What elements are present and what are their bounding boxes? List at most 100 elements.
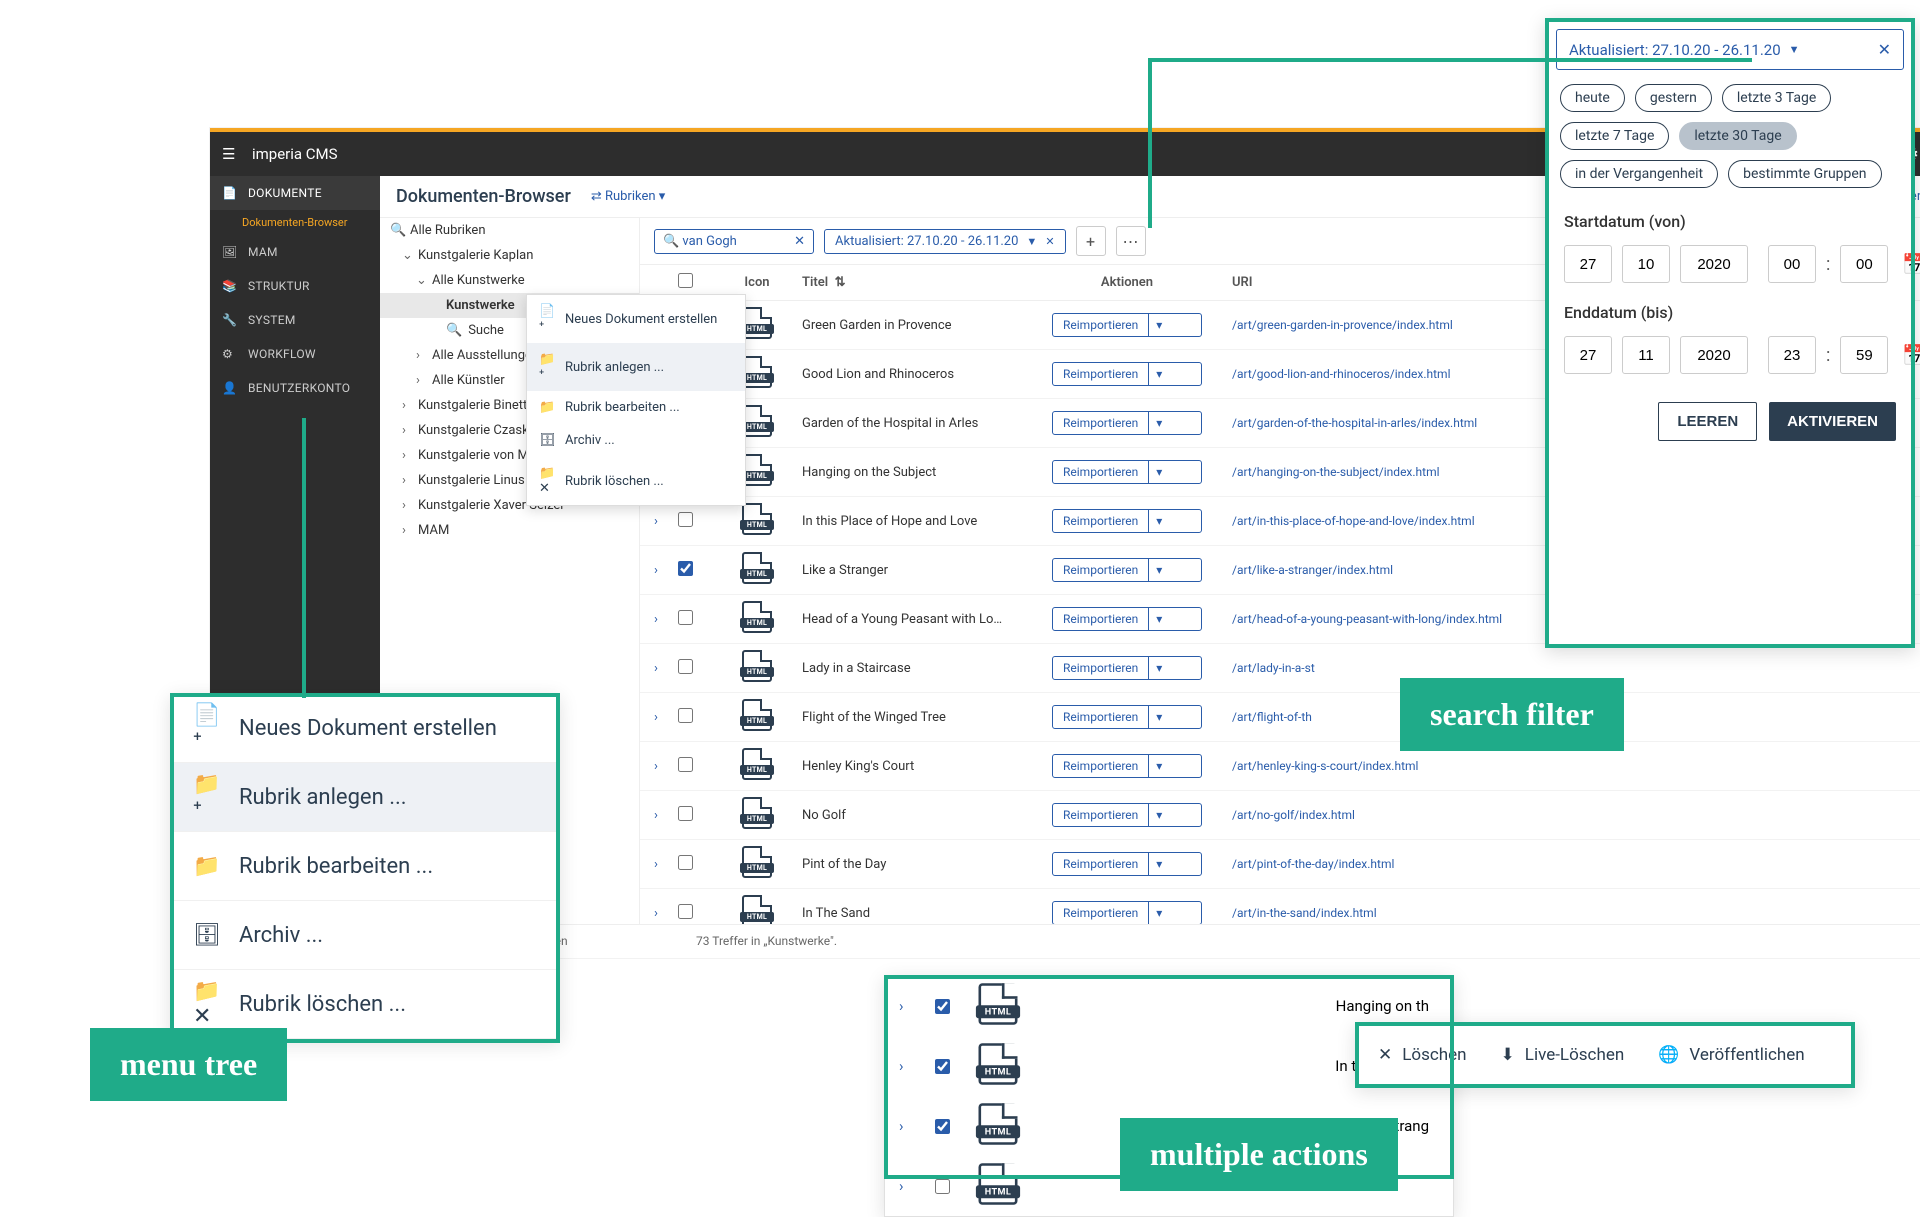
reimport-button[interactable]: Reimportieren▾ [1052, 460, 1202, 484]
row-checkbox[interactable] [678, 806, 693, 821]
start-day-input[interactable] [1564, 245, 1612, 283]
filter-chip[interactable]: heute [1560, 84, 1625, 112]
end-month-input[interactable] [1622, 336, 1670, 374]
row-uri[interactable]: /art/lady-in-a-st [1202, 661, 1920, 675]
bigmenu-rubrik-anlegen-[interactable]: 📁⁺Rubrik anlegen ... [171, 763, 559, 832]
row-uri[interactable]: /art/pint-of-the-day/index.html [1202, 857, 1920, 871]
row-title[interactable]: In this Place of Hope and Love [802, 514, 1052, 529]
row-checkbox[interactable] [678, 757, 693, 772]
more-actions-button[interactable]: ⋯ [1116, 226, 1146, 256]
filter-chip[interactable]: bestimmte Gruppen [1728, 160, 1881, 188]
row-title[interactable]: In The Sand [802, 906, 1052, 921]
nav-dokumente[interactable]: 📄DOKUMENTE [210, 176, 380, 210]
action-dropdown-icon[interactable]: ▾ [1148, 412, 1169, 434]
bulk-löschen[interactable]: ✕Löschen [1378, 1045, 1467, 1065]
reimport-button[interactable]: Reimportieren▾ [1052, 705, 1202, 729]
close-filter-icon[interactable]: ✕ [1878, 40, 1891, 59]
clear-filter-button[interactable]: LEEREN [1658, 402, 1757, 441]
row-checkbox[interactable] [678, 708, 693, 723]
expand-row-icon[interactable]: › [654, 857, 678, 872]
expand-row-icon[interactable]: › [899, 997, 917, 1015]
start-month-input[interactable] [1622, 245, 1670, 283]
action-dropdown-icon[interactable]: ▾ [1148, 608, 1169, 630]
hamburger-icon[interactable]: ☰ [222, 145, 242, 163]
row-checkbox[interactable] [678, 659, 693, 674]
tree-item[interactable]: ⌄Kunstgalerie Kaplan [380, 243, 639, 268]
row-title[interactable]: Head of a Young Peasant with Lo… [802, 612, 1052, 627]
reimport-button[interactable]: Reimportieren▾ [1052, 313, 1202, 337]
reimport-button[interactable]: Reimportieren▾ [1052, 558, 1202, 582]
end-day-input[interactable] [1564, 336, 1612, 374]
reimport-button[interactable]: Reimportieren▾ [1052, 852, 1202, 876]
action-dropdown-icon[interactable]: ▾ [1148, 755, 1169, 777]
tree-item[interactable]: ⌄Alle Kunstwerke [380, 268, 639, 293]
expand-row-icon[interactable]: › [654, 759, 678, 774]
filter-panel-header[interactable]: Aktualisiert: 27.10.20 - 26.11.20▼ ✕ [1556, 29, 1904, 70]
end-calendar-icon[interactable]: 📅 [1902, 343, 1920, 367]
row-checkbox[interactable] [935, 1059, 950, 1074]
reimport-button[interactable]: Reimportieren▾ [1052, 509, 1202, 533]
action-dropdown-icon[interactable]: ▾ [1148, 363, 1169, 385]
reimport-button[interactable]: Reimportieren▾ [1052, 362, 1202, 386]
row-uri[interactable]: /art/henley-king-s-court/index.html [1202, 759, 1920, 773]
row-title[interactable]: Like a Stranger [802, 563, 1052, 578]
start-calendar-icon[interactable]: 📅 [1902, 252, 1920, 276]
filter-chip[interactable]: letzte 7 Tage [1560, 122, 1669, 150]
ctx-rubrik-anlegen-[interactable]: 📁⁺Rubrik anlegen ... [527, 343, 745, 391]
action-dropdown-icon[interactable]: ▾ [1148, 314, 1169, 336]
start-year-input[interactable] [1680, 245, 1748, 283]
row-title[interactable]: Green Garden in Provence [802, 318, 1052, 333]
row-checkbox[interactable] [678, 855, 693, 870]
select-all-checkbox[interactable] [678, 273, 693, 288]
reimport-button[interactable]: Reimportieren▾ [1052, 656, 1202, 680]
nav-system[interactable]: 🔧SYSTEM [210, 303, 380, 337]
expand-row-icon[interactable]: › [654, 808, 678, 823]
action-dropdown-icon[interactable]: ▾ [1148, 657, 1169, 679]
row-checkbox[interactable] [935, 1179, 950, 1194]
start-hour-input[interactable] [1768, 245, 1816, 283]
filter-chip[interactable]: letzte 3 Tage [1722, 84, 1831, 112]
row-checkbox[interactable] [678, 512, 693, 527]
row-title[interactable]: Pint of the Day [802, 857, 1052, 872]
reimport-button[interactable]: Reimportieren▾ [1052, 901, 1202, 924]
reimport-button[interactable]: Reimportieren▾ [1052, 754, 1202, 778]
row-checkbox[interactable] [678, 610, 693, 625]
col-icon[interactable]: Icon [712, 275, 802, 290]
action-dropdown-icon[interactable]: ▾ [1148, 510, 1169, 532]
ctx-archiv-[interactable]: 🗄Archiv ... [527, 424, 745, 457]
rubriken-dropdown[interactable]: ⇄ Rubriken ▾ [591, 189, 665, 204]
row-checkbox[interactable] [678, 561, 693, 576]
col-title[interactable]: Titel ⇅ [802, 275, 1052, 290]
nav-benutzerkonto[interactable]: 👤BENUTZERKONTO [210, 371, 380, 405]
search-input[interactable]: 🔍 van Gogh✕ [654, 229, 814, 254]
bigmenu-rubrik-bearbeiten-[interactable]: 📁Rubrik bearbeiten ... [171, 832, 559, 901]
action-dropdown-icon[interactable]: ▾ [1148, 706, 1169, 728]
end-year-input[interactable] [1680, 336, 1748, 374]
filter-chip[interactable]: letzte 30 Tage [1679, 122, 1796, 150]
reimport-button[interactable]: Reimportieren▾ [1052, 607, 1202, 631]
row-title[interactable]: Henley King's Court [802, 759, 1052, 774]
row-title[interactable]: Hanging on the Subject [802, 465, 1052, 480]
expand-row-icon[interactable]: › [899, 1177, 917, 1195]
add-filter-button[interactable]: + [1076, 226, 1106, 256]
row-checkbox[interactable] [935, 999, 950, 1014]
nav-workflow[interactable]: ⚙WORKFLOW [210, 337, 380, 371]
bulk-veröffentlichen[interactable]: 🌐Veröffentlichen [1658, 1045, 1804, 1065]
reimport-button[interactable]: Reimportieren▾ [1052, 803, 1202, 827]
expand-row-icon[interactable]: › [654, 710, 678, 725]
remove-filter-icon[interactable]: ✕ [1045, 235, 1054, 248]
row-uri[interactable]: /art/no-golf/index.html [1202, 808, 1920, 822]
ctx-neues-dokument-erstellen[interactable]: 📄⁺Neues Dokument erstellen [527, 295, 745, 343]
nav-mam[interactable]: 🖼MAM [210, 235, 380, 269]
row-title[interactable]: Flight of the Winged Tree [802, 710, 1052, 725]
expand-row-icon[interactable]: › [654, 514, 678, 529]
start-min-input[interactable] [1840, 245, 1888, 283]
expand-row-icon[interactable]: › [654, 563, 678, 578]
expand-row-icon[interactable]: › [654, 661, 678, 676]
action-dropdown-icon[interactable]: ▾ [1148, 804, 1169, 826]
date-filter-pill[interactable]: Aktualisiert: 27.10.20 - 26.11.20▼✕ [824, 229, 1066, 254]
bigmenu-neues-dokument-erstellen[interactable]: 📄⁺Neues Dokument erstellen [171, 694, 559, 763]
clear-search-icon[interactable]: ✕ [794, 234, 805, 249]
ctx-rubrik-l-schen-[interactable]: 📁✕Rubrik löschen ... [527, 457, 745, 505]
row-checkbox[interactable] [678, 904, 693, 919]
